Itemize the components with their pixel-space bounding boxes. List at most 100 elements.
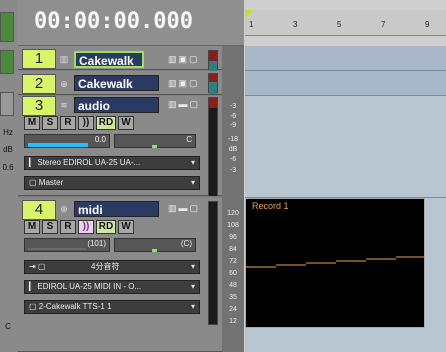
lane-track-3[interactable] [245, 96, 446, 198]
track-header-icons[interactable]: ▥▬▢ [168, 99, 204, 111]
output-value: Master [38, 178, 64, 187]
track-name[interactable]: midi [74, 201, 159, 217]
db-label: -6 [229, 113, 237, 120]
db-label: -3 [229, 167, 237, 174]
midi-scale-label: 60 [229, 270, 237, 277]
output-dropdown[interactable]: ▢ 2-Cakewalk TTS-1 1 ▾ [24, 300, 200, 314]
globe-icon[interactable]: ⊕ [58, 203, 70, 215]
track-name[interactable]: Cakewalk [74, 51, 144, 68]
input-dropdown[interactable]: ▎ Stereo EDIROL UA-25 UA-... ▾ [24, 156, 200, 170]
db-label: -9 [229, 122, 237, 129]
read-button[interactable]: RD [96, 116, 116, 130]
midi-scale-label: 35 [229, 294, 237, 301]
midi-scale-label: 24 [229, 306, 237, 313]
db-scale: -3 -6 -9 -18 dB -6 -3 120 108 96 84 72 6… [222, 46, 244, 352]
ruler-tick: 7 [381, 20, 386, 29]
track-meter [208, 50, 218, 71]
arm-button[interactable]: R [60, 220, 76, 234]
db-label: -18 [227, 136, 239, 143]
midi-scale-label: 96 [229, 234, 237, 241]
chevron-down-icon: ▾ [190, 158, 195, 167]
left-edge-label: C [5, 322, 11, 331]
left-edge-label: 0.6 [2, 163, 14, 172]
track-pane: 1 ▥ Cakewalk ▥▣▢ 2 ⊕ Cakewalk ▥▣▢ 3 ≋ au… [18, 46, 244, 352]
track-4[interactable]: 4 ⊕ midi ▥▬▢ M S R )) RD W (101) (C) ⇥ ▢… [18, 198, 244, 352]
midi-scale-label: 84 [229, 246, 237, 253]
echo-button[interactable]: )) [78, 116, 94, 130]
quantize-value: 4分音符 [91, 262, 120, 271]
lane-track-2[interactable] [245, 71, 446, 96]
midi-scale-label: 12 [229, 318, 237, 325]
arm-button[interactable]: R [60, 116, 76, 130]
ruler-tick: 9 [425, 20, 430, 29]
track-name[interactable]: audio [74, 97, 159, 113]
track-name[interactable]: Cakewalk [74, 75, 159, 91]
quantize-dropdown[interactable]: ⇥ ▢ 4分音符 ▾ [24, 260, 200, 274]
echo-button[interactable]: )) [78, 220, 94, 234]
track-lanes[interactable]: Record 1 [245, 46, 446, 352]
track-header-icons[interactable]: ▥▣▢ [168, 54, 204, 66]
timeline-ruler[interactable]: 1 3 5 7 9 [245, 10, 446, 36]
read-button[interactable]: RD [96, 220, 116, 234]
pan-slider[interactable]: (C) [114, 238, 196, 252]
ruler-tick: 1 [249, 20, 254, 29]
ruler-tick: 3 [293, 20, 298, 29]
grid-icon[interactable]: ▥ [58, 53, 70, 65]
mute-button[interactable]: M [24, 220, 40, 234]
write-button[interactable]: W [118, 116, 134, 130]
track-buttons: M S R )) RD W [24, 116, 134, 130]
db-label: -3 [229, 103, 237, 110]
left-panel-edge: Hz dB 0.6 C [0, 0, 18, 352]
input-dropdown[interactable]: ▎ EDIROL UA-25 MIDI IN - O... ▾ [24, 280, 200, 294]
output-dropdown[interactable]: ▢ Master ▾ [24, 176, 200, 190]
volume-value: (101) [87, 239, 106, 248]
db-label: -6 [229, 156, 237, 163]
track-header-icons[interactable]: ▥▣▢ [168, 78, 204, 90]
volume-bar [28, 143, 88, 147]
pan-value: (C) [180, 239, 192, 248]
clip-notes [246, 256, 426, 268]
left-edge-button[interactable] [0, 12, 14, 42]
midi-scale-label: 72 [229, 258, 237, 265]
track-number[interactable]: 1 [22, 49, 56, 69]
left-edge-label: dB [3, 145, 13, 154]
input-value: Stereo EDIROL UA-25 UA-... [37, 158, 141, 167]
track-header-icons[interactable]: ▥▬▢ [168, 203, 204, 215]
track-meter [208, 73, 218, 94]
midi-clip[interactable]: Record 1 [245, 198, 426, 328]
left-edge-button[interactable] [0, 92, 14, 116]
output-value: 2-Cakewalk TTS-1 1 [38, 302, 112, 311]
track-number[interactable]: 2 [22, 74, 56, 94]
globe-icon[interactable]: ⊕ [58, 78, 70, 90]
pan-slider[interactable]: C [114, 134, 196, 148]
track-3[interactable]: 3 ≋ audio ▥▬▢ M S R )) RD W 0.0 C ▎ Ster… [18, 96, 244, 196]
waveform-icon[interactable]: ≋ [58, 99, 70, 111]
volume-slider[interactable]: 0.0 [24, 134, 110, 148]
pan-value: C [186, 135, 192, 144]
pan-indicator [152, 145, 157, 148]
db-label: dB [228, 146, 238, 153]
midi-scale-label: 108 [227, 222, 239, 229]
time-display[interactable]: 00:00:00.000 [34, 9, 193, 34]
lane-track-1[interactable] [245, 46, 446, 71]
track-meter [208, 201, 218, 325]
left-edge-label: Hz [3, 128, 13, 137]
chevron-down-icon: ▾ [190, 262, 195, 271]
write-button[interactable]: W [118, 220, 134, 234]
left-edge-button[interactable] [0, 50, 14, 74]
solo-button[interactable]: S [42, 116, 58, 130]
volume-value: 0.0 [94, 135, 106, 144]
ruler-tick: 5 [337, 20, 342, 29]
solo-button[interactable]: S [42, 220, 58, 234]
track-number[interactable]: 4 [22, 200, 56, 220]
mute-button[interactable]: M [24, 116, 40, 130]
chevron-down-icon: ▾ [190, 178, 195, 187]
track-1[interactable]: 1 ▥ Cakewalk ▥▣▢ [18, 46, 244, 71]
pan-indicator [152, 249, 157, 252]
now-marker[interactable] [245, 10, 253, 18]
track-number[interactable]: 3 [22, 96, 56, 116]
track-2[interactable]: 2 ⊕ Cakewalk ▥▣▢ [18, 71, 244, 95]
volume-slider[interactable]: (101) [24, 238, 110, 252]
chevron-down-icon: ▾ [190, 282, 195, 291]
track-buttons: M S R )) RD W [24, 220, 134, 234]
